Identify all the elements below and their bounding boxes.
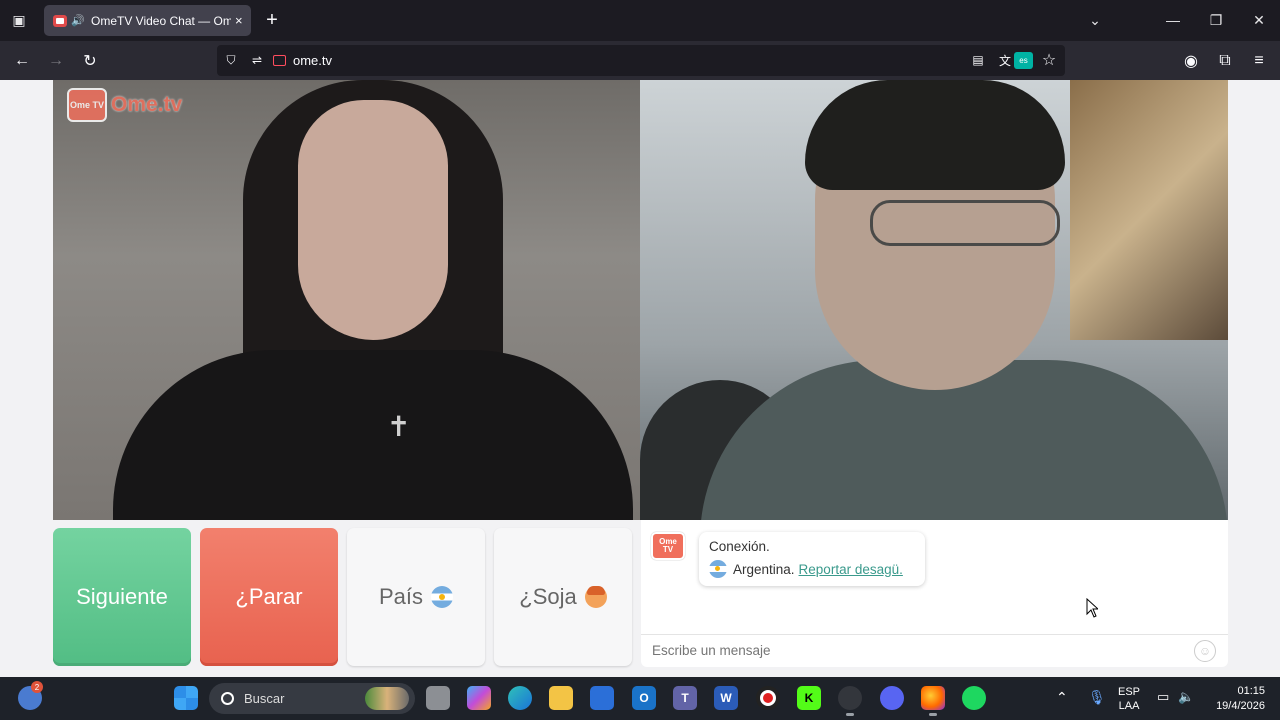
clock[interactable]: 01:15 19/4/2026: [1210, 684, 1265, 714]
spotify-icon[interactable]: [962, 686, 986, 710]
menu-icon[interactable]: ≡: [1247, 49, 1271, 73]
language-bottom: LAA: [1118, 700, 1140, 712]
windows-taskbar: 2 Buscar O T W K ⌃ 🎙 ESP LAA ▭ 🔈 01:15 1…: [0, 677, 1280, 720]
task-view-icon[interactable]: [426, 686, 450, 710]
screen: ▣ 🔊 OmeTV Video Chat — Ome × + ⌄ — ❐ ✕ ←…: [0, 0, 1280, 720]
network-icon[interactable]: ▭: [1157, 689, 1169, 705]
argentina-flag-icon: [709, 560, 727, 578]
outlook-icon[interactable]: O: [632, 686, 656, 710]
obs-icon[interactable]: [838, 686, 862, 716]
person-emoji-icon: [584, 586, 607, 608]
ometv-logo: Ome TV Ome.tv: [67, 88, 182, 122]
gender-filter-button[interactable]: ¿Soja: [494, 528, 632, 666]
forward-arrow-icon[interactable]: →: [44, 49, 68, 73]
argentina-flag-icon: [431, 586, 454, 608]
restore-icon[interactable]: ❐: [1204, 8, 1228, 32]
close-window-icon[interactable]: ✕: [1247, 8, 1271, 32]
remote-video: ✝ Ome TV Ome.tv: [53, 80, 640, 520]
microsoft-store-icon[interactable]: [590, 686, 614, 710]
stop-button-label: ¿Parar: [235, 584, 303, 609]
kick-icon[interactable]: K: [797, 686, 821, 710]
back-arrow-icon[interactable]: ←: [10, 49, 34, 73]
report-link[interactable]: Reportar desagü.: [799, 562, 903, 577]
search-highlight-image: [365, 687, 409, 710]
partner-country-text: Argentina.: [733, 561, 795, 577]
show-hidden-icons-icon[interactable]: ⌃: [1056, 689, 1068, 706]
edge-icon[interactable]: [508, 686, 532, 710]
permissions-icon[interactable]: ⇌: [248, 51, 266, 69]
search-label: Buscar: [244, 691, 285, 706]
browser-tab-bar: ▣ 🔊 OmeTV Video Chat — Ome × + ⌄ — ❐ ✕: [0, 0, 1280, 41]
chat-message-input[interactable]: [652, 643, 1172, 658]
search-icon: [221, 692, 234, 705]
clock-date: 19/4/2026: [1216, 700, 1265, 712]
local-video: [640, 80, 1228, 520]
speaker-icon[interactable]: 🔊: [71, 14, 85, 27]
tab-title: OmeTV Video Chat — Ome: [91, 13, 231, 28]
new-tab-button[interactable]: +: [262, 9, 282, 31]
reload-icon[interactable]: ↻: [78, 49, 102, 73]
next-button-label: Siguiente: [76, 584, 168, 609]
browser-nav-bar: ← → ↻ ⛉ ⇌ ome.tv ▤ 文 es ☆ ◉ ⧉ ≡: [0, 41, 1280, 80]
translate-icon[interactable]: 文: [996, 51, 1014, 69]
connection-status-text: Conexión.: [709, 539, 770, 554]
country-filter-button[interactable]: País: [347, 528, 485, 666]
ometv-favicon-icon: [53, 14, 67, 27]
emoji-icon[interactable]: ☺: [1194, 640, 1216, 662]
tab-ometv[interactable]: 🔊 OmeTV Video Chat — Ome ×: [44, 5, 251, 36]
ometv-logo-icon: Ome TV: [67, 88, 107, 122]
start-windows-icon[interactable]: [174, 686, 198, 710]
list-all-tabs-icon[interactable]: ⌄: [1083, 8, 1107, 32]
language-top: ESP: [1118, 686, 1141, 698]
gender-button-label: ¿Soja: [519, 584, 577, 609]
camera-sharing-icon[interactable]: [270, 51, 288, 69]
next-button[interactable]: Siguiente: [53, 528, 191, 666]
ometv-page: ✝ Ome TV Ome.tv Siguiente ¿Parar País ¿S…: [0, 80, 1280, 677]
system-message: Conexión. Argentina. Reportar desagü.: [699, 532, 925, 586]
discord-icon[interactable]: [880, 686, 904, 710]
language-indicator[interactable]: ESP LAA: [1118, 685, 1140, 713]
firefox-icon[interactable]: [921, 686, 945, 716]
word-icon[interactable]: W: [714, 686, 738, 710]
mouse-pointer-icon: [1086, 598, 1098, 618]
ometv-brand-text: Ome.tv: [111, 93, 183, 116]
chat-input-row: ☺: [641, 634, 1228, 667]
tab-list-icon[interactable]: ▣: [8, 9, 30, 31]
chat-ometv-logo-icon: Ome TV: [651, 532, 685, 560]
clock-time: 01:15: [1237, 685, 1265, 697]
volume-icon[interactable]: 🔈: [1178, 689, 1194, 705]
stop-button[interactable]: ¿Parar: [200, 528, 338, 666]
microphone-icon[interactable]: 🎙: [1088, 689, 1106, 706]
close-tab-icon[interactable]: ×: [235, 13, 243, 28]
minimize-icon[interactable]: —: [1161, 8, 1185, 32]
url-text[interactable]: ome.tv: [293, 53, 332, 68]
bookmark-star-icon[interactable]: ☆: [1040, 51, 1058, 69]
chat-panel: Ome TV Conexión. Argentina. Reportar des…: [641, 520, 1228, 667]
copilot-icon[interactable]: [467, 686, 491, 710]
translate-language-badge[interactable]: es: [1014, 52, 1033, 69]
address-bar[interactable]: ⛉ ⇌ ome.tv ▤ 文 es ☆: [217, 45, 1065, 76]
file-explorer-icon[interactable]: [549, 686, 573, 710]
notification-badge: 2: [31, 681, 43, 693]
teams-icon[interactable]: T: [673, 686, 697, 710]
recorder-icon[interactable]: [756, 686, 780, 710]
account-icon[interactable]: ◉: [1179, 49, 1203, 73]
shield-icon[interactable]: ⛉: [222, 51, 240, 69]
taskbar-search[interactable]: Buscar: [209, 683, 415, 714]
extensions-icon[interactable]: ⧉: [1213, 49, 1237, 73]
country-button-label: País: [378, 584, 424, 609]
reader-view-icon[interactable]: ▤: [969, 51, 987, 69]
